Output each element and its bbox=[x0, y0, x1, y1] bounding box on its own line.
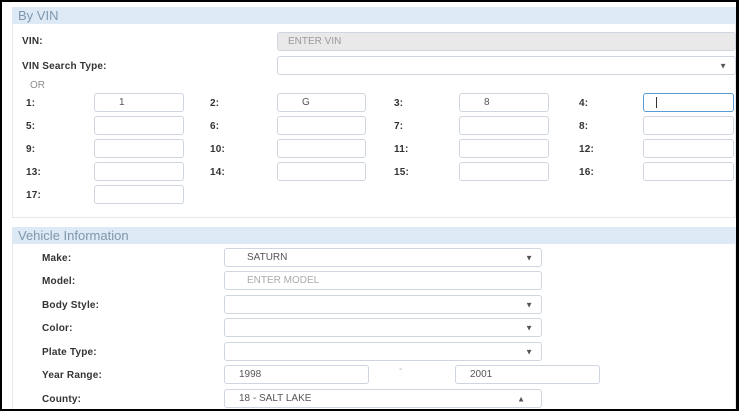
vin-search-type-label: VIN Search Type: bbox=[22, 61, 107, 72]
vin-pos-16-input[interactable] bbox=[643, 162, 734, 181]
caret-up-icon: ▲ bbox=[517, 394, 525, 403]
vin-label: VIN: bbox=[22, 36, 43, 47]
vin-pos-label: 1: bbox=[26, 98, 36, 109]
vin-pos-1-input[interactable]: 1 bbox=[94, 93, 184, 112]
vin-pos-value: G bbox=[302, 97, 310, 108]
caret-down-icon: ▼ bbox=[525, 323, 533, 332]
year-from-value: 1998 bbox=[239, 369, 262, 380]
caret-down-icon: ▼ bbox=[525, 347, 533, 356]
vin-pos-label: 7: bbox=[394, 121, 404, 132]
plate-type-select[interactable]: ▼ bbox=[224, 342, 542, 361]
vin-pos-2-input[interactable]: G bbox=[277, 93, 366, 112]
county-select[interactable]: 18 - SALT LAKE ▲ bbox=[224, 389, 542, 408]
vin-pos-label: 8: bbox=[579, 121, 589, 132]
vin-pos-value: 8 bbox=[484, 97, 490, 108]
vin-pos-value: 1 bbox=[119, 97, 125, 108]
or-label: OR bbox=[30, 80, 45, 91]
vehicle-info-section-header: Vehicle Information bbox=[12, 227, 736, 244]
text-cursor bbox=[656, 97, 657, 108]
vehicle-info-title: Vehicle Information bbox=[18, 228, 129, 243]
vin-pos-label: 3: bbox=[394, 98, 404, 109]
vin-pos-8-input[interactable] bbox=[643, 116, 734, 135]
vin-pos-14-input[interactable] bbox=[277, 162, 366, 181]
vin-pos-17-input[interactable] bbox=[94, 185, 184, 204]
vin-pos-9-input[interactable] bbox=[94, 139, 184, 158]
by-vin-section-header: By VIN bbox=[12, 7, 736, 24]
vin-pos-label: 10: bbox=[210, 144, 226, 155]
color-label: Color: bbox=[42, 323, 73, 334]
vin-pos-label: 12: bbox=[579, 144, 595, 155]
vin-pos-12-input[interactable] bbox=[643, 139, 734, 158]
vin-pos-label: 4: bbox=[579, 98, 589, 109]
model-input[interactable]: ENTER MODEL bbox=[224, 271, 542, 290]
vin-pos-label: 6: bbox=[210, 121, 220, 132]
vehicle-search-form: By VIN VIN: ENTER VIN VIN Search Type: ▼… bbox=[2, 2, 736, 409]
year-range-separator: - bbox=[399, 364, 403, 375]
model-placeholder: ENTER MODEL bbox=[247, 275, 320, 286]
caret-down-icon: ▼ bbox=[719, 61, 727, 70]
vin-placeholder: ENTER VIN bbox=[288, 36, 342, 47]
make-value: SATURN bbox=[247, 252, 288, 263]
caret-down-icon: ▼ bbox=[525, 300, 533, 309]
vin-pos-label: 2: bbox=[210, 98, 220, 109]
vin-pos-7-input[interactable] bbox=[459, 116, 549, 135]
color-select[interactable]: ▼ bbox=[224, 318, 542, 337]
vin-pos-label: 5: bbox=[26, 121, 36, 132]
body-style-select[interactable]: ▼ bbox=[224, 295, 542, 314]
vin-pos-label: 13: bbox=[26, 167, 42, 178]
vin-pos-label: 9: bbox=[26, 144, 36, 155]
vin-pos-4-input[interactable] bbox=[643, 93, 734, 112]
vin-pos-label: 17: bbox=[26, 190, 42, 201]
vin-pos-13-input[interactable] bbox=[94, 162, 184, 181]
vin-input[interactable]: ENTER VIN bbox=[277, 32, 736, 51]
vin-search-type-select[interactable]: ▼ bbox=[277, 56, 736, 75]
vin-pos-6-input[interactable] bbox=[277, 116, 366, 135]
vin-pos-10-input[interactable] bbox=[277, 139, 366, 158]
body-style-label: Body Style: bbox=[42, 300, 100, 311]
vin-pos-11-input[interactable] bbox=[459, 139, 549, 158]
by-vin-title: By VIN bbox=[18, 8, 59, 23]
caret-down-icon: ▼ bbox=[525, 253, 533, 262]
year-from-input[interactable]: 1998 bbox=[224, 365, 369, 384]
vin-pos-3-input[interactable]: 8 bbox=[459, 93, 549, 112]
make-select[interactable]: SATURN ▼ bbox=[224, 248, 542, 267]
plate-type-label: Plate Type: bbox=[42, 347, 97, 358]
year-to-input[interactable]: 2001 bbox=[455, 365, 600, 384]
make-label: Make: bbox=[42, 253, 72, 264]
vin-pos-5-input[interactable] bbox=[94, 116, 184, 135]
vin-pos-label: 16: bbox=[579, 167, 595, 178]
vin-pos-15-input[interactable] bbox=[459, 162, 549, 181]
year-to-value: 2001 bbox=[470, 369, 493, 380]
county-value: 18 - SALT LAKE bbox=[239, 393, 312, 404]
county-label: County: bbox=[42, 394, 82, 405]
vin-pos-label: 11: bbox=[394, 144, 409, 155]
year-range-label: Year Range: bbox=[42, 370, 103, 381]
vin-pos-label: 15: bbox=[394, 167, 410, 178]
model-label: Model: bbox=[42, 276, 76, 287]
vin-pos-label: 14: bbox=[210, 167, 226, 178]
